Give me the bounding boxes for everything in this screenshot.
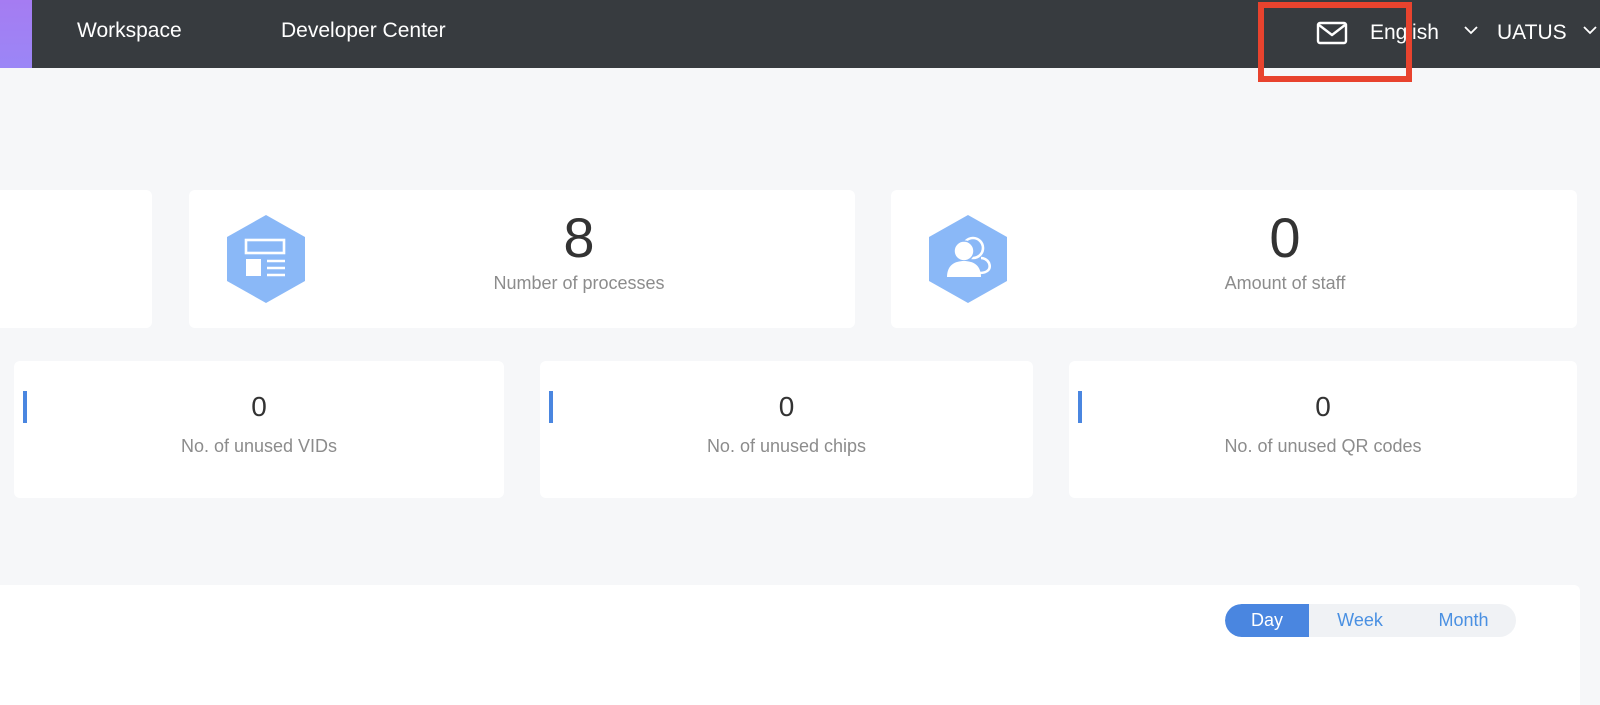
stat-card-staff: 0 Amount of staff [891,190,1577,328]
form-list-icon [227,215,305,303]
stat-card-unused-chips: 0 No. of unused chips [540,361,1033,498]
unused-vids-label: No. of unused VIDs [180,436,338,456]
stat-card-processes: 8 Number of processes [189,190,855,328]
chevron-down-icon[interactable] [1463,24,1479,36]
language-selector[interactable]: English [1370,19,1439,47]
chart-panel [0,585,1580,705]
processes-label: Number of processes [493,273,665,293]
app-root: Workspace Developer Center English UATUS… [0,0,1600,705]
unused-chips-count: 0 [778,391,795,422]
nav-developer-center[interactable]: Developer Center [281,18,446,44]
unused-chips-label: No. of unused chips [706,436,867,456]
stat-card-unused-qr-codes: 0 No. of unused QR codes [1069,361,1577,498]
user-menu[interactable]: UATUS [1497,19,1567,47]
processes-count: 8 [563,206,595,269]
mail-icon[interactable] [1316,20,1348,46]
period-month-button[interactable]: Month [1411,604,1516,637]
top-navigation-bar: Workspace Developer Center English UATUS [0,0,1600,68]
period-week-button[interactable]: Week [1309,604,1411,637]
staff-users-icon [929,215,1007,303]
staff-count: 0 [1269,206,1301,269]
nav-workspace[interactable]: Workspace [77,18,182,44]
period-toggle: Day Week Month [1225,604,1516,637]
staff-label: Amount of staff [1224,273,1346,293]
unused-qr-codes-count: 0 [1315,391,1331,422]
brand-strip [0,0,32,68]
stat-card-partial [0,190,152,328]
unused-qr-codes-label: No. of unused QR codes [1224,436,1422,456]
unused-vids-count: 0 [251,391,267,422]
period-day-button[interactable]: Day [1225,604,1309,637]
stat-card-unused-vids: 0 No. of unused VIDs [14,361,504,498]
chevron-down-icon[interactable] [1582,24,1598,36]
